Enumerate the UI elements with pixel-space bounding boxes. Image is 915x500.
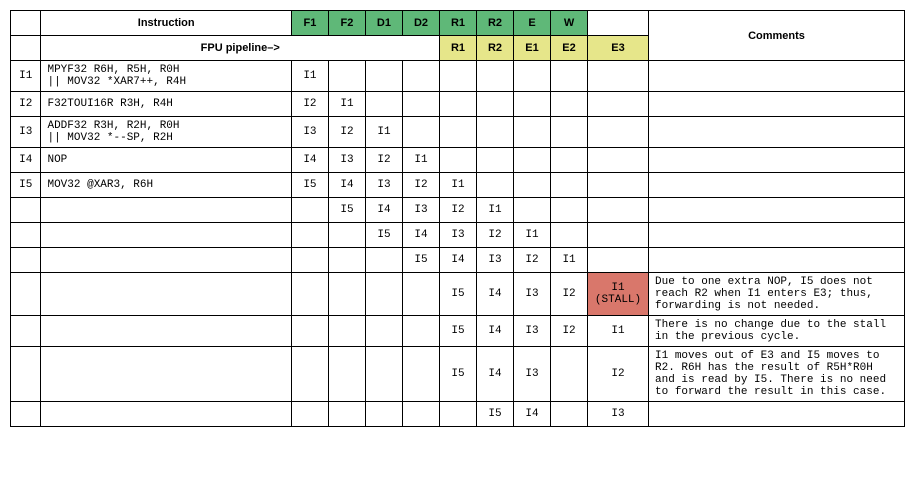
inst-line: || MOV32 *--SP, R2H	[47, 132, 172, 144]
pipe-cell: I1	[588, 316, 649, 347]
pipe-cell: I2	[291, 92, 328, 117]
pipe-cell: I5	[328, 198, 365, 223]
table-row: I5 I4 I3 I2 I1 moves out of E3 and I5 mo…	[11, 347, 905, 402]
table-row: I5 I4 I3 I2 I1 (STALL) Due to one extra …	[11, 273, 905, 316]
hdr2-e1: E1	[514, 36, 551, 61]
pipe-cell: I5	[291, 173, 328, 198]
row-id: I1	[11, 61, 41, 92]
instruction-cell: F32TOUI16R R3H, R4H	[41, 92, 291, 117]
row-id: I4	[11, 148, 41, 173]
pipe-cell: I2	[439, 198, 476, 223]
inst-line: MPYF32 R6H, R5H, R0H	[47, 64, 179, 76]
hdr-d2: D2	[402, 11, 439, 36]
hdr2-blank	[11, 36, 41, 61]
hdr2-r2: R2	[477, 36, 514, 61]
hdr-f1: F1	[291, 11, 328, 36]
pipe-cell: I4	[514, 402, 551, 427]
pipe-cell: I2	[365, 148, 402, 173]
pipe-cell: I3	[291, 117, 328, 148]
pipe-cell: I2	[551, 316, 588, 347]
hdr-e: E	[514, 11, 551, 36]
comment-cell: I1 moves out of E3 and I5 moves to R2. R…	[649, 347, 905, 402]
pipeline-table: Instruction F1 F2 D1 D2 R1 R2 E W Commen…	[10, 10, 905, 427]
pipe-cell: I5	[439, 316, 476, 347]
hdr2-r1: R1	[439, 36, 476, 61]
pipe-cell: I3	[402, 198, 439, 223]
pipe-cell: I3	[477, 248, 514, 273]
pipe-cell: I1	[291, 61, 328, 92]
table-row: I2 F32TOUI16R R3H, R4H I2 I1	[11, 92, 905, 117]
table-row: I5 I4 I3 I2 I1	[11, 223, 905, 248]
stall-line: I1	[611, 282, 624, 294]
hdr-d1: D1	[365, 11, 402, 36]
pipe-cell: I4	[402, 223, 439, 248]
table-row: I5 I4 I3 I2 I1	[11, 198, 905, 223]
comment-cell: There is no change due to the stall in t…	[649, 316, 905, 347]
pipe-cell: I4	[365, 198, 402, 223]
pipe-cell: I4	[439, 248, 476, 273]
pipe-cell: I1	[551, 248, 588, 273]
stall-cell: I1 (STALL)	[588, 273, 649, 316]
pipe-cell: I3	[514, 347, 551, 402]
instruction-cell: NOP	[41, 148, 291, 173]
pipe-cell: I4	[477, 347, 514, 402]
table-row: I5 I4 I3 I2 I1 There is no change due to…	[11, 316, 905, 347]
table-row: I5 I4 I3 I2 I1	[11, 248, 905, 273]
pipe-cell: I5	[439, 347, 476, 402]
hdr2-e3: E3	[588, 36, 649, 61]
pipe-cell: I4	[477, 316, 514, 347]
instruction-cell: MOV32 @XAR3, R6H	[41, 173, 291, 198]
pipe-cell: I1	[477, 198, 514, 223]
pipe-cell: I3	[514, 273, 551, 316]
hdr-fpu-pipeline: FPU pipeline–>	[41, 36, 440, 61]
pipe-cell: I5	[402, 248, 439, 273]
pipe-cell: I4	[291, 148, 328, 173]
pipe-cell: I3	[365, 173, 402, 198]
row-id: I2	[11, 92, 41, 117]
inst-line: ADDF32 R3H, R2H, R0H	[47, 120, 179, 132]
hdr-f2: F2	[328, 11, 365, 36]
pipe-cell: I3	[439, 223, 476, 248]
pipe-cell: I1	[365, 117, 402, 148]
row-id: I3	[11, 117, 41, 148]
pipe-cell: I2	[551, 273, 588, 316]
stall-line: (STALL)	[595, 294, 641, 306]
comment-cell: Due to one extra NOP, I5 does not reach …	[649, 273, 905, 316]
pipe-cell: I3	[328, 148, 365, 173]
pipe-cell: I1	[439, 173, 476, 198]
inst-line: || MOV32 *XAR7++, R4H	[47, 76, 186, 88]
instruction-cell: MPYF32 R6H, R5H, R0H || MOV32 *XAR7++, R…	[41, 61, 291, 92]
pipe-cell: I1	[402, 148, 439, 173]
pipe-cell: I4	[328, 173, 365, 198]
pipe-cell: I3	[514, 316, 551, 347]
instruction-cell: ADDF32 R3H, R2H, R0H || MOV32 *--SP, R2H	[41, 117, 291, 148]
header-row-1: Instruction F1 F2 D1 D2 R1 R2 E W Commen…	[11, 11, 905, 36]
pipe-cell: I2	[477, 223, 514, 248]
pipe-cell: I2	[328, 117, 365, 148]
table-row: I4 NOP I4 I3 I2 I1	[11, 148, 905, 173]
table-row: I3 ADDF32 R3H, R2H, R0H || MOV32 *--SP, …	[11, 117, 905, 148]
pipe-cell: I1	[328, 92, 365, 117]
pipe-cell: I2	[402, 173, 439, 198]
row-id: I5	[11, 173, 41, 198]
hdr-comments: Comments	[649, 11, 905, 61]
pipe-cell: I4	[477, 273, 514, 316]
pipe-cell: I1	[514, 223, 551, 248]
table-row: I5 MOV32 @XAR3, R6H I5 I4 I3 I2 I1	[11, 173, 905, 198]
pipe-cell: I5	[477, 402, 514, 427]
pipe-cell: I2	[514, 248, 551, 273]
hdr2-e2: E2	[551, 36, 588, 61]
pipe-cell: I5	[439, 273, 476, 316]
hdr-instruction: Instruction	[41, 11, 291, 36]
table-row: I1 MPYF32 R6H, R5H, R0H || MOV32 *XAR7++…	[11, 61, 905, 92]
pipe-cell: I3	[588, 402, 649, 427]
hdr-r1: R1	[439, 11, 476, 36]
hdr-w: W	[551, 11, 588, 36]
hdr-blank-e3	[588, 11, 649, 36]
pipe-cell: I5	[365, 223, 402, 248]
pipe-cell: I2	[588, 347, 649, 402]
hdr-r2: R2	[477, 11, 514, 36]
table-row: I5 I4 I3	[11, 402, 905, 427]
hdr-blank	[11, 11, 41, 36]
